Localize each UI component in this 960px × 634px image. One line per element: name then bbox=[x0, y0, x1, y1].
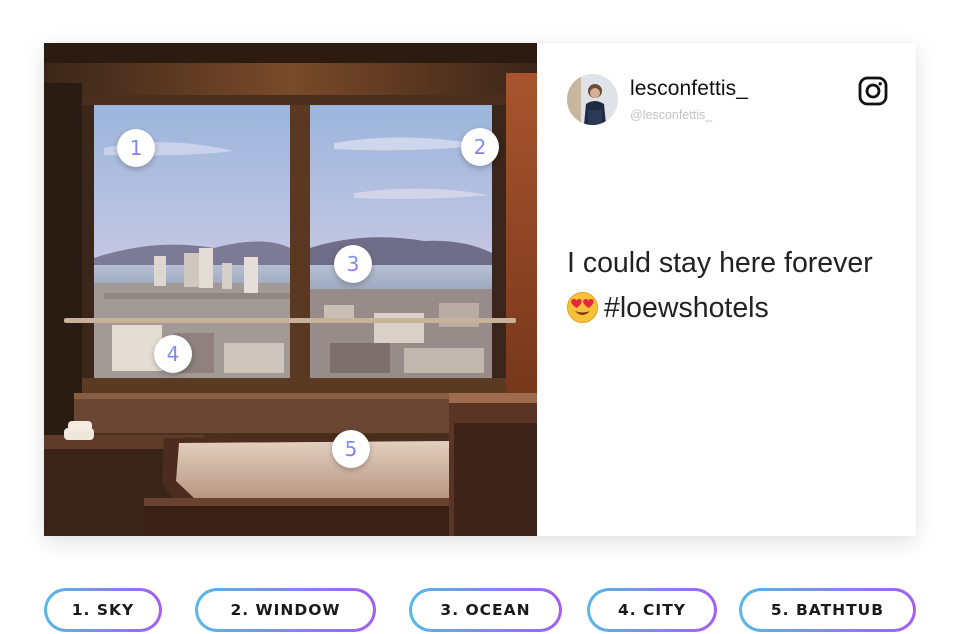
tag-sky-button[interactable]: 1. SKY bbox=[44, 588, 162, 632]
hotspot-marker-3[interactable]: 3 bbox=[334, 245, 372, 283]
tag-label: 2. WINDOW bbox=[198, 591, 373, 629]
user-handle[interactable]: @lesconfettis_ bbox=[630, 108, 712, 122]
hotspot-marker-5[interactable]: 5 bbox=[332, 430, 370, 468]
tag-window-button[interactable]: 2. WINDOW bbox=[195, 588, 376, 632]
caption-hashtag[interactable]: #loewshotels bbox=[604, 292, 769, 324]
post-card: 1 2 3 4 5 lesconfettis_ @lesconfettis_ I… bbox=[44, 43, 916, 536]
tag-city-button[interactable]: 4. CITY bbox=[587, 588, 717, 632]
hotspot-marker-4[interactable]: 4 bbox=[154, 335, 192, 373]
hotspot-tag-bar: 1. SKY 2. WINDOW 3. OCEAN 4. CITY 5. BAT… bbox=[0, 586, 960, 634]
tag-label: 4. CITY bbox=[590, 591, 714, 629]
post-caption: I could stay here forever #loewshotels bbox=[567, 241, 897, 331]
post-panel: lesconfettis_ @lesconfettis_ I could sta… bbox=[537, 43, 916, 536]
tag-bathtub-button[interactable]: 5. BATHTUB bbox=[739, 588, 916, 632]
tag-ocean-button[interactable]: 3. OCEAN bbox=[409, 588, 562, 632]
post-photo: 1 2 3 4 5 bbox=[44, 43, 537, 536]
tag-label: 5. BATHTUB bbox=[742, 591, 913, 629]
caption-line-1: I could stay here forever bbox=[567, 247, 873, 279]
tag-label: 3. OCEAN bbox=[412, 591, 559, 629]
hotspot-marker-2[interactable]: 2 bbox=[461, 128, 499, 166]
instagram-icon[interactable] bbox=[858, 76, 888, 106]
bathroom-window-photo bbox=[44, 43, 537, 536]
avatar-image bbox=[567, 74, 618, 125]
username[interactable]: lesconfettis_ bbox=[630, 77, 748, 101]
caption-line-2: #loewshotels bbox=[567, 286, 897, 331]
heart-eyes-emoji-icon bbox=[567, 292, 598, 323]
tag-label: 1. SKY bbox=[47, 591, 159, 629]
avatar[interactable] bbox=[567, 74, 618, 125]
hotspot-marker-1[interactable]: 1 bbox=[117, 129, 155, 167]
